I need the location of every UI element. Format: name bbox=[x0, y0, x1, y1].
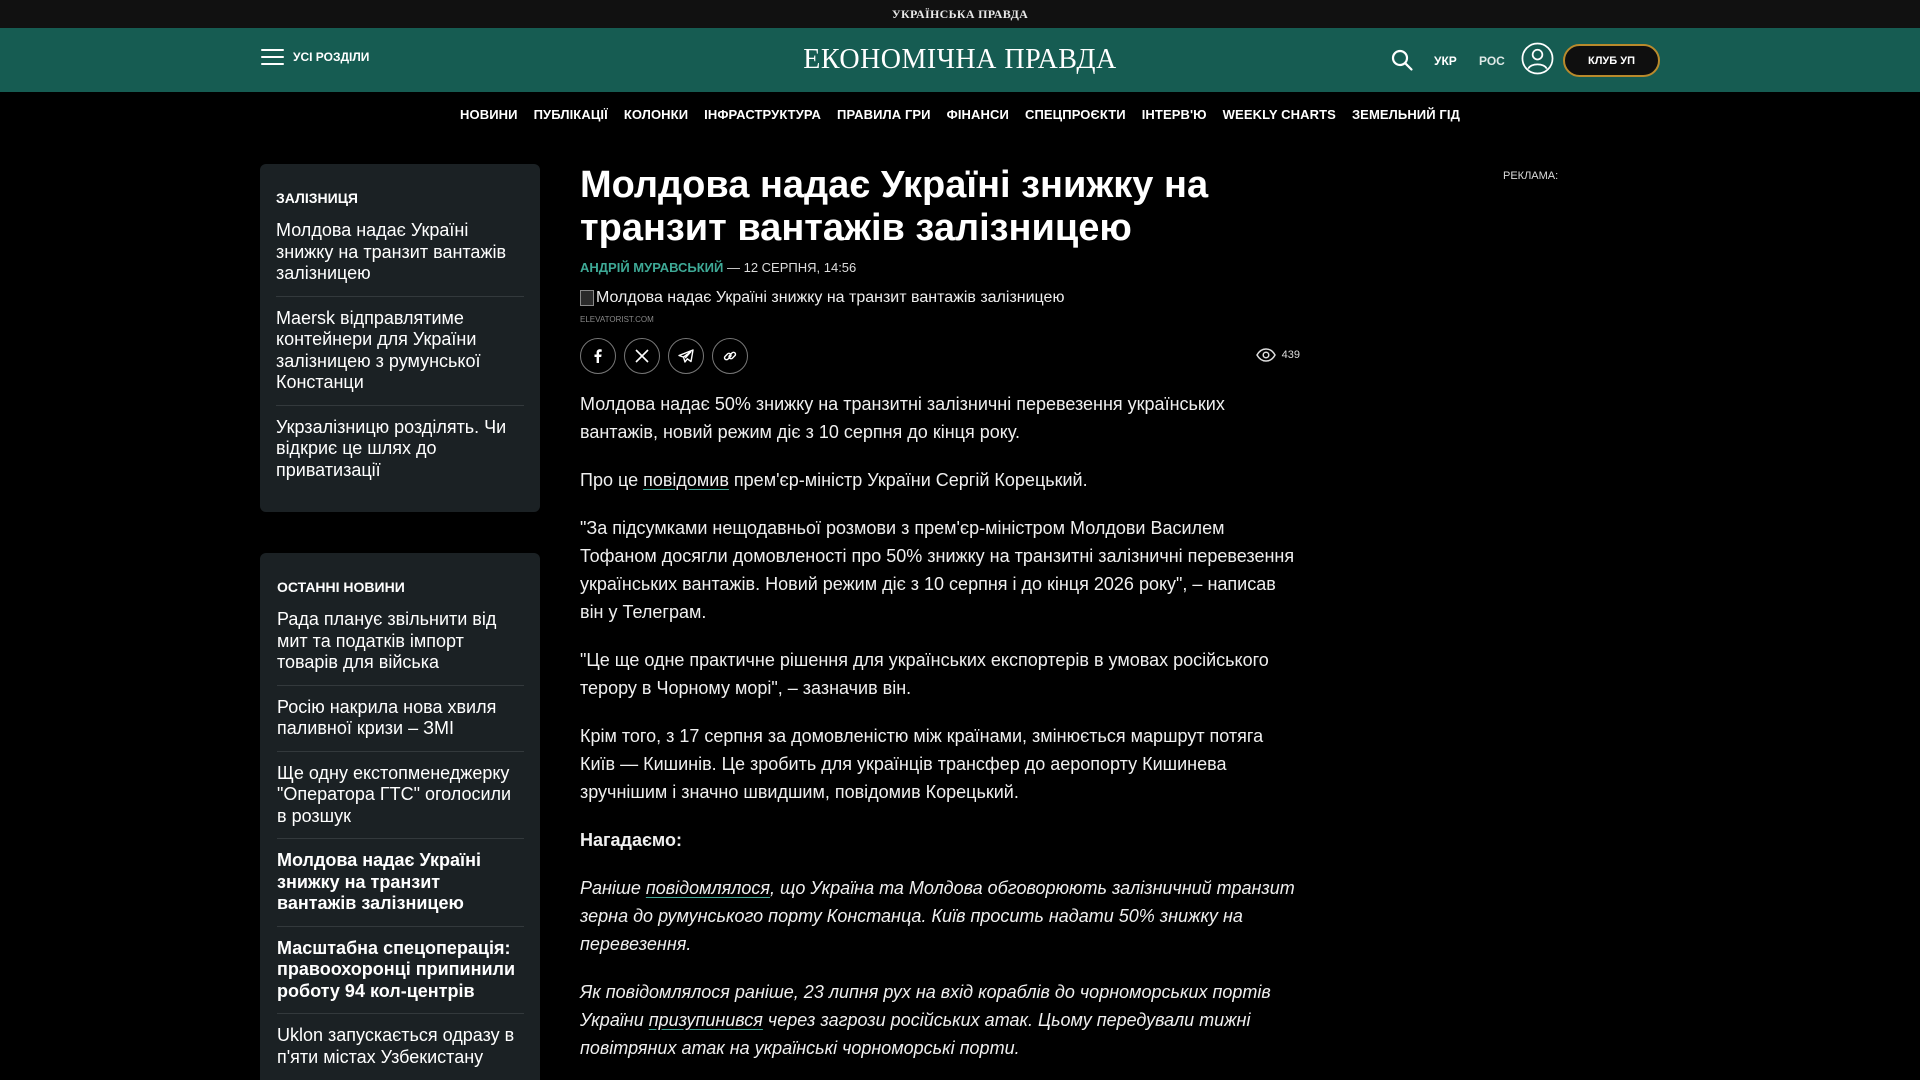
nav-item-weekly-charts[interactable]: WEEKLY CHARTS bbox=[1223, 107, 1336, 122]
list-item[interactable]: Молдова надає Україні знижку на транзит … bbox=[276, 220, 524, 297]
club-up-button[interactable]: КЛУБ УП bbox=[1563, 44, 1660, 77]
list-item[interactable]: Росію накрила нова хвиля паливної кризи … bbox=[277, 697, 524, 752]
list-item[interactable]: Ще одну екстопменеджерку "Оператора ГТС"… bbox=[277, 763, 524, 839]
reminder-heading: Нагадаємо: bbox=[580, 830, 682, 850]
latest-news-title: ОСТАННІ НОВИНИ bbox=[277, 579, 405, 595]
all-sections-label: УСІ РОЗДІЛИ bbox=[293, 50, 370, 64]
image-source: ELEVATORIST.COM bbox=[580, 315, 654, 324]
top-brand-link[interactable]: УКРАЇНСЬКА ПРАВДА bbox=[892, 7, 1028, 22]
railway-rail-title[interactable]: ЗАЛІЗНИЦЯ bbox=[276, 190, 524, 206]
eye-icon bbox=[1255, 348, 1276, 362]
reported-link[interactable]: повідомлялося bbox=[646, 878, 770, 898]
telegram-share-button[interactable] bbox=[668, 338, 704, 374]
source-link[interactable]: повідомив bbox=[643, 470, 729, 490]
nav-item-infrastructure[interactable]: ІНФРАСТРУКТУРА bbox=[704, 107, 821, 122]
views-count: 439 bbox=[1281, 349, 1300, 361]
nav-item-land-guide[interactable]: ЗЕМЕЛЬНИЙ ГІД bbox=[1352, 107, 1460, 122]
list-item[interactable]: Масштабна спецоперація: правоохоронці пр… bbox=[277, 938, 524, 1014]
paragraph: Молдова надає 50% знижку на транзитні за… bbox=[580, 394, 1225, 442]
telegram-icon bbox=[678, 349, 694, 363]
nav-item-interview[interactable]: ІНТЕРВ'Ю bbox=[1142, 107, 1207, 122]
paragraph: Раніше повідомлялося, що Україна та Молд… bbox=[580, 878, 1295, 954]
views-counter: 439 bbox=[1255, 348, 1300, 362]
suspended-link[interactable]: призупинився bbox=[649, 1010, 763, 1030]
nav-item-rules[interactable]: ПРАВИЛА ГРИ bbox=[837, 107, 931, 122]
search-icon[interactable] bbox=[1390, 48, 1414, 72]
facebook-share-button[interactable] bbox=[580, 338, 616, 374]
byline-separator: — bbox=[723, 260, 744, 275]
publish-date: 12 СЕРПНЯ, 14:56 bbox=[743, 260, 857, 275]
broken-image-icon bbox=[580, 290, 594, 306]
list-item[interactable]: Укрзалізницю розділять. Чи відкриє це шл… bbox=[276, 417, 524, 493]
list-item[interactable]: Молдова надає Україні знижку на транзит … bbox=[277, 850, 524, 927]
nav-item-publications[interactable]: ПУБЛІКАЦІЇ bbox=[534, 107, 608, 122]
x-share-button[interactable] bbox=[624, 338, 660, 374]
article-image: Молдова надає Україні знижку на транзит … bbox=[580, 289, 1300, 307]
paragraph: Крім того, з 17 серпня за домовленістю м… bbox=[580, 726, 1264, 802]
article-body: Молдова надає 50% знижку на транзитні за… bbox=[580, 390, 1300, 1062]
x-icon bbox=[635, 349, 649, 363]
paragraph: Про це повідомив прем'єр-міністр України… bbox=[580, 470, 1088, 490]
facebook-icon bbox=[594, 349, 602, 363]
list-item[interactable]: Рада планує звільнити від мит та податкі… bbox=[277, 609, 524, 686]
list-item[interactable]: Maersk відправлятиме контейнери для Укра… bbox=[276, 308, 524, 406]
ad-label: РЕКЛАМА: bbox=[1503, 170, 1559, 182]
copy-link-button[interactable] bbox=[712, 338, 748, 374]
site-logo[interactable]: ЕКОНОМІЧНА ПРАВДА bbox=[803, 44, 1116, 75]
nav-item-finance[interactable]: ФІНАНСИ bbox=[947, 107, 1009, 122]
lang-ukr-link[interactable]: УКР bbox=[1434, 54, 1457, 68]
paragraph: "За підсумками нещодавньої розмови з пре… bbox=[580, 518, 1295, 622]
user-icon[interactable] bbox=[1521, 42, 1554, 75]
article-headline: Молдова надає Україні знижку на транзит … bbox=[580, 164, 1209, 249]
latest-news-rail: ОСТАННІ НОВИНИ Рада планує звільнити від… bbox=[260, 553, 540, 1080]
article-image-alt: Молдова надає Україні знижку на транзит … bbox=[596, 289, 1065, 306]
menu-icon bbox=[261, 49, 284, 65]
author-link[interactable]: АНДРІЙ МУРАВСЬКИЙ bbox=[580, 260, 723, 275]
lang-ros-link[interactable]: РОС bbox=[1479, 54, 1505, 68]
railway-rail: ЗАЛІЗНИЦЯ Молдова надає Україні знижку н… bbox=[260, 164, 540, 512]
nav-item-columns[interactable]: КОЛОНКИ bbox=[624, 107, 688, 122]
article-byline: АНДРІЙ МУРАВСЬКИЙ — 12 СЕРПНЯ, 14:56 bbox=[580, 260, 1300, 275]
nav-item-news[interactable]: НОВИНИ bbox=[460, 107, 518, 122]
all-sections-button[interactable]: УСІ РОЗДІЛИ bbox=[261, 49, 369, 65]
article: Молдова надає Україні знижку на транзит … bbox=[580, 164, 1300, 1080]
list-item[interactable]: Uklon запускається одразу в п'яти містах… bbox=[277, 1025, 524, 1079]
nav-item-special-projects[interactable]: СПЕЦПРОЄКТИ bbox=[1025, 107, 1126, 122]
link-icon bbox=[723, 351, 737, 361]
paragraph: "Це ще одне практичне рішення для україн… bbox=[580, 650, 1269, 698]
share-bar: 439 bbox=[580, 338, 1300, 374]
site-header: УСІ РОЗДІЛИ ЕКОНОМІЧНА ПРАВДА УКР РОС КЛ… bbox=[0, 28, 1920, 92]
main-nav: НОВИНИ ПУБЛІКАЦІЇ КОЛОНКИ ІНФРАСТРУКТУРА… bbox=[0, 92, 1920, 136]
paragraph: Як повідомлялося раніше, 23 липня рух на… bbox=[580, 982, 1271, 1058]
top-brand-strip: УКРАЇНСЬКА ПРАВДА bbox=[0, 0, 1920, 28]
